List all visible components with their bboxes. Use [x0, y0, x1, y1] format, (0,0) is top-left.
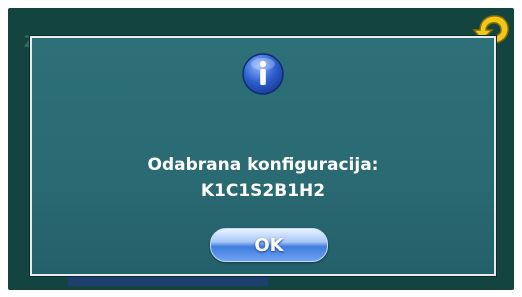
info-icon [242, 53, 284, 95]
dialog-message: Odabrana konfiguracija: K1C1S2B1H2 [32, 152, 494, 204]
ok-button-label: OK [254, 234, 284, 256]
info-dialog: Odabrana konfiguracija: K1C1S2B1H2 OK [30, 36, 496, 276]
configuration-code: K1C1S2B1H2 [200, 181, 326, 201]
message-line-1: Odabrana konfiguracija: [147, 155, 379, 175]
ok-button[interactable]: OK [210, 228, 328, 262]
app-screen: Z... Odabrana konfiguracija: K1C1S2B1H2 … [8, 8, 514, 290]
